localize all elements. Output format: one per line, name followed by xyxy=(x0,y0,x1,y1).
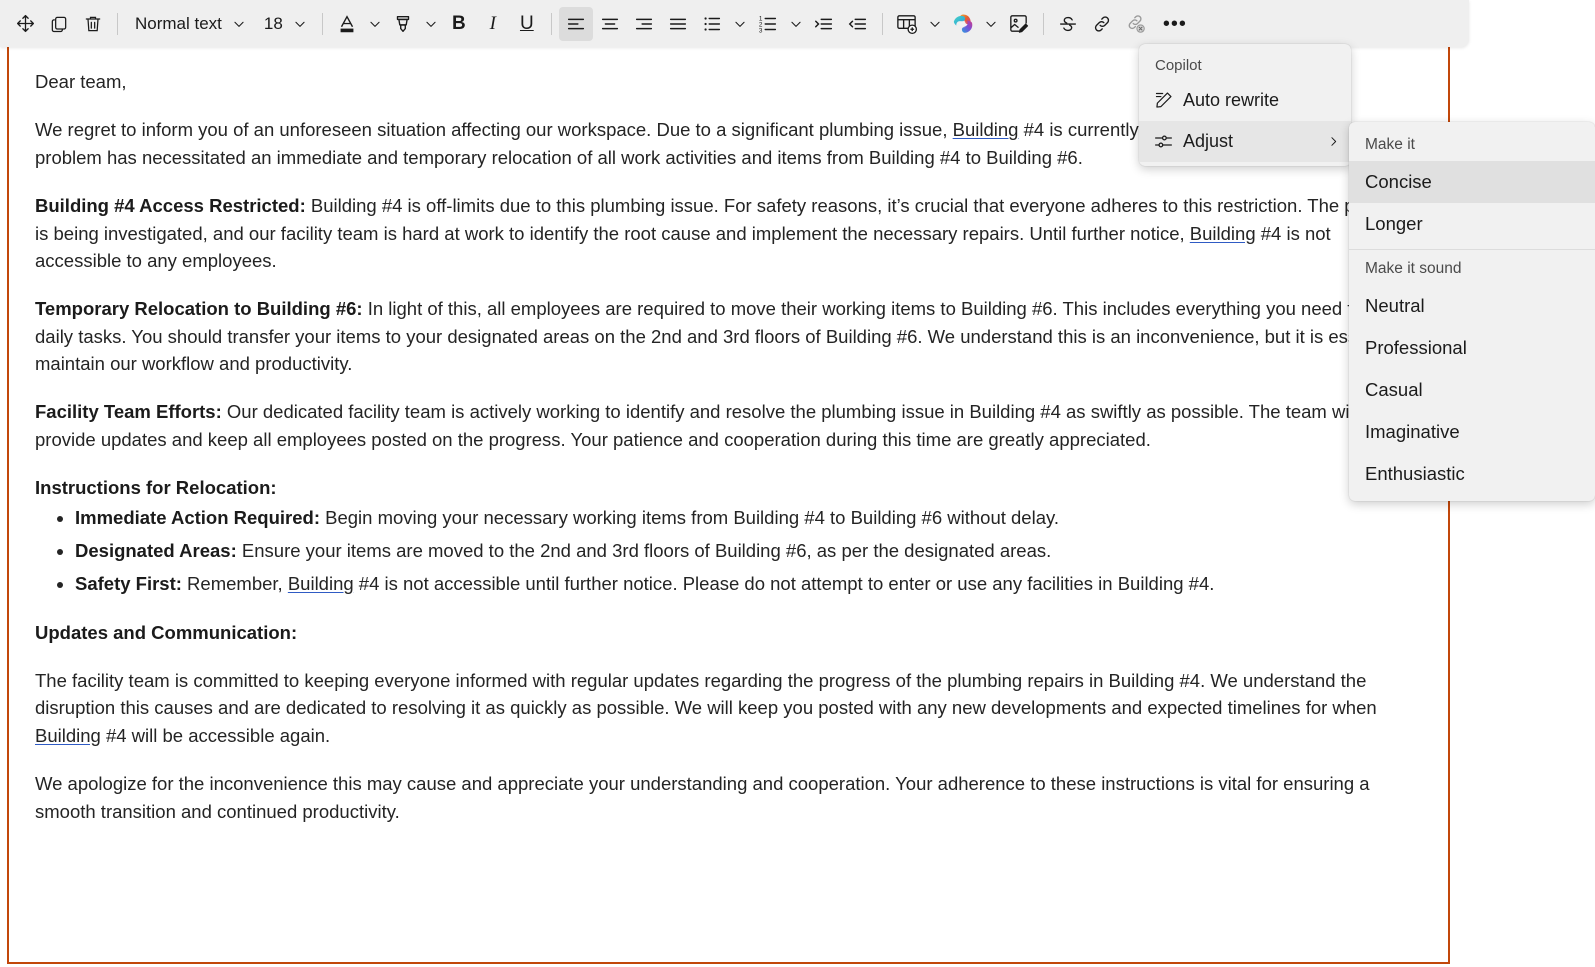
strikethrough-button[interactable] xyxy=(1051,7,1085,41)
menu-item-adjust[interactable]: Adjust xyxy=(1139,121,1351,162)
list-item-text-b: #4 is not accessible until further notic… xyxy=(353,573,1215,595)
font-size-dropdown[interactable]: 18 xyxy=(254,7,315,41)
updates-text-a: The facility team is committed to keepin… xyxy=(35,670,1377,719)
menu-item-label: Auto rewrite xyxy=(1183,90,1280,110)
adjust-sliders-icon xyxy=(1149,131,1177,152)
numbered-list-button[interactable]: 123 xyxy=(751,7,785,41)
chevron-right-icon xyxy=(1325,135,1341,148)
relocation-heading: Temporary Relocation to Building #6: xyxy=(35,298,363,320)
decrease-indent-button[interactable] xyxy=(841,7,875,41)
align-right-button[interactable] xyxy=(627,7,661,41)
toolbar-divider xyxy=(321,12,323,35)
toolbar-divider xyxy=(117,12,118,35)
updates-heading: Updates and Communication: xyxy=(35,619,1422,646)
updates-heading-text: Updates and Communication: xyxy=(35,621,298,643)
more-options-button[interactable]: ••• xyxy=(1153,7,1197,41)
paragraph-updates: The facility team is committed to keepin… xyxy=(35,667,1422,749)
menu-item-auto-rewrite[interactable]: Auto rewrite xyxy=(1139,80,1351,121)
highlight-icon[interactable] xyxy=(386,7,420,41)
insert-link-button[interactable] xyxy=(1085,7,1119,41)
paragraph-relocation: Temporary Relocation to Building #6: In … xyxy=(35,295,1422,377)
building-link[interactable]: Building xyxy=(953,119,1019,140)
bulleted-list-chevron-down-icon[interactable] xyxy=(729,7,751,41)
access-heading: Building #4 Access Restricted: xyxy=(35,195,306,217)
font-color-chevron-down-icon[interactable] xyxy=(364,7,386,41)
facility-heading: Facility Team Efforts: xyxy=(35,401,222,423)
facility-text: Our dedicated facility team is actively … xyxy=(35,401,1358,450)
font-color-icon[interactable] xyxy=(330,7,364,41)
copilot-menu: Copilot Auto rewrite Adjust xyxy=(1139,44,1351,166)
list-item-text: Begin moving your necessary working item… xyxy=(320,506,1060,528)
copilot-button[interactable] xyxy=(946,7,980,41)
adjust-submenu: Make it Concise Longer Make it sound Neu… xyxy=(1349,122,1595,501)
list-item-text: Ensure your items are moved to the 2nd a… xyxy=(236,539,1052,561)
increase-indent-button[interactable] xyxy=(807,7,841,41)
insert-table-chevron-down-icon[interactable] xyxy=(924,7,946,41)
auto-rewrite-icon xyxy=(1149,90,1177,111)
style-dropdown-label: Normal text xyxy=(135,13,222,33)
submenu-item-casual[interactable]: Casual xyxy=(1349,369,1595,411)
highlight-chevron-down-icon[interactable] xyxy=(420,7,442,41)
greeting-text: Dear team, xyxy=(35,71,127,92)
list-item-heading: Immediate Action Required: xyxy=(75,506,320,528)
submenu-item-longer[interactable]: Longer xyxy=(1349,203,1595,245)
submenu-group-header-make-it-sound: Make it sound xyxy=(1365,260,1462,277)
toolbar-divider xyxy=(1042,12,1044,35)
submenu-group-header-make-it: Make it xyxy=(1365,136,1415,153)
document-canvas[interactable]: Dear team, We regret to inform you of an… xyxy=(7,44,1450,964)
chevron-down-icon xyxy=(289,17,311,31)
italic-button[interactable]: I xyxy=(476,7,510,41)
italic-label: I xyxy=(489,12,496,34)
bold-label: B xyxy=(451,12,466,34)
insert-image-button[interactable] xyxy=(1002,7,1036,41)
style-dropdown[interactable]: Normal text xyxy=(125,7,254,41)
menu-item-label: Adjust xyxy=(1183,131,1234,151)
paragraph-access-restricted: Building #4 Access Restricted: Building … xyxy=(35,192,1422,274)
paragraph-closing: We apologize for the inconvenience this … xyxy=(35,770,1422,825)
instructions-heading: Instructions for Relocation: xyxy=(35,474,1422,501)
submenu-item-concise[interactable]: Concise xyxy=(1349,161,1595,203)
list-item: Designated Areas: Ensure your items are … xyxy=(75,537,1422,564)
submenu-item-neutral[interactable]: Neutral xyxy=(1349,285,1595,327)
building-link[interactable]: Building xyxy=(1190,223,1256,244)
move-handle-icon[interactable] xyxy=(8,7,42,41)
copy-icon[interactable] xyxy=(42,7,76,41)
align-center-button[interactable] xyxy=(593,7,627,41)
bold-button[interactable]: B xyxy=(442,7,476,41)
list-item-heading: Safety First: xyxy=(75,573,182,595)
building-link[interactable]: Building xyxy=(288,573,354,594)
updates-text-b: #4 will be accessible again. xyxy=(100,724,331,746)
delete-icon[interactable] xyxy=(76,7,110,41)
font-size-label: 18 xyxy=(263,13,283,33)
numbered-list-chevron-down-icon[interactable] xyxy=(785,7,807,41)
list-item-heading: Designated Areas: xyxy=(75,539,237,561)
paragraph-facility-efforts: Facility Team Efforts: Our dedicated fac… xyxy=(35,398,1422,453)
insert-table-button[interactable] xyxy=(890,7,924,41)
more-options-label: ••• xyxy=(1162,12,1187,35)
instructions-list: Immediate Action Required: Begin moving … xyxy=(35,504,1422,598)
remove-link-button[interactable] xyxy=(1119,7,1153,41)
underline-button[interactable]: U xyxy=(510,7,544,41)
closing-text: We apologize for the inconvenience this … xyxy=(35,773,1370,822)
toolbar-divider xyxy=(881,12,883,35)
copilot-chevron-down-icon[interactable] xyxy=(980,7,1002,41)
building-link[interactable]: Building xyxy=(35,725,101,746)
intro-text-a: We regret to inform you of an unforeseen… xyxy=(35,119,953,141)
submenu-item-enthusiastic[interactable]: Enthusiastic xyxy=(1349,453,1595,495)
chevron-down-icon xyxy=(228,17,250,31)
svg-text:3: 3 xyxy=(759,27,763,34)
list-item: Safety First: Remember, Building #4 is n… xyxy=(75,570,1422,597)
formatting-toolbar: Normal text 18 B I U 123 ••• xyxy=(0,0,1469,47)
copilot-menu-header: Copilot xyxy=(1155,57,1202,74)
toolbar-divider xyxy=(550,12,552,35)
list-item: Immediate Action Required: Begin moving … xyxy=(75,504,1422,531)
align-justify-button[interactable] xyxy=(661,7,695,41)
submenu-item-professional[interactable]: Professional xyxy=(1349,327,1595,369)
instructions-heading-text: Instructions for Relocation: xyxy=(35,477,277,499)
list-item-text-a: Remember, xyxy=(181,573,288,595)
underline-label: U xyxy=(519,12,534,34)
bulleted-list-button[interactable] xyxy=(695,7,729,41)
submenu-item-imaginative[interactable]: Imaginative xyxy=(1349,411,1595,453)
align-left-button[interactable] xyxy=(558,6,593,41)
